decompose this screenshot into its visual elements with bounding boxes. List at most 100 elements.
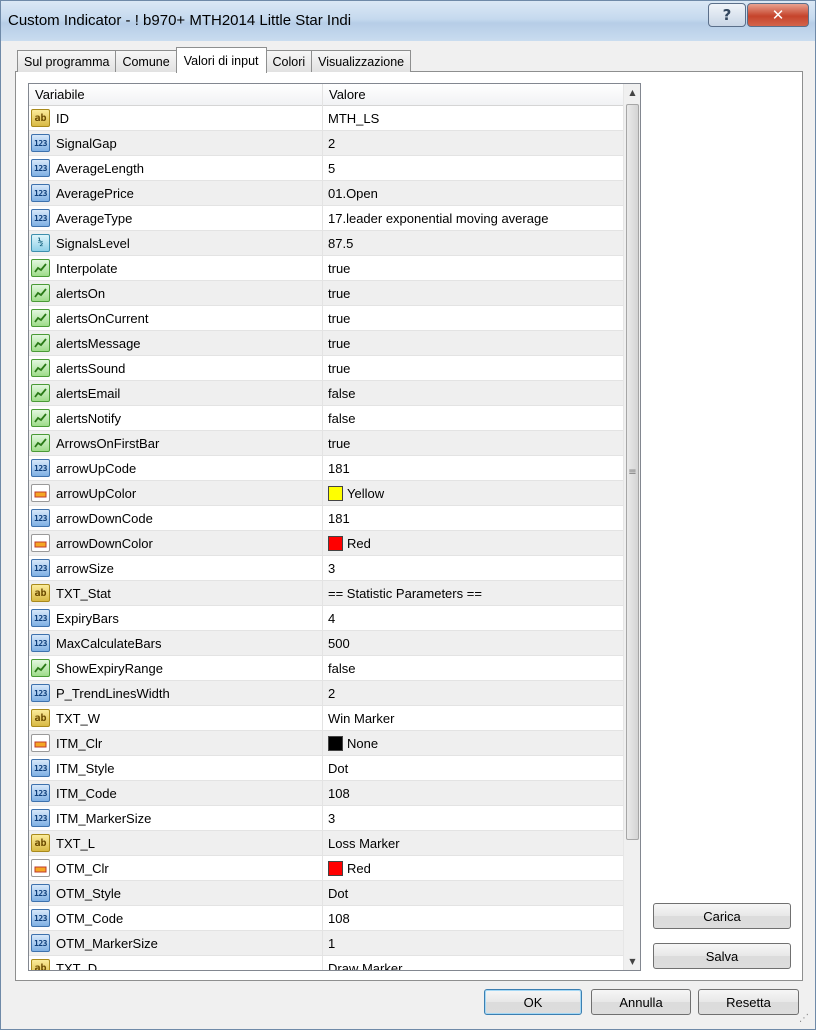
variable-cell[interactable]: alertsNotify bbox=[29, 406, 323, 430]
value-cell[interactable]: == Statistic Parameters == bbox=[323, 581, 623, 605]
value-cell[interactable]: 2 bbox=[323, 681, 623, 705]
table-row[interactable]: 123 ITM_MarkerSize 3 bbox=[29, 806, 623, 831]
table-row[interactable]: 123 MaxCalculateBars 500 bbox=[29, 631, 623, 656]
variable-cell[interactable]: alertsSound bbox=[29, 356, 323, 380]
tab-valori-di-input[interactable]: Valori di input bbox=[175, 47, 267, 73]
table-row[interactable]: 123 ITM_Style Dot bbox=[29, 756, 623, 781]
table-row[interactable]: 123 arrowDownCode 181 bbox=[29, 506, 623, 531]
value-cell[interactable]: Dot bbox=[323, 756, 623, 780]
table-row[interactable]: alertsEmail false bbox=[29, 381, 623, 406]
variable-cell[interactable]: ab TXT_D bbox=[29, 956, 323, 970]
variable-cell[interactable]: 123 ITM_Code bbox=[29, 781, 323, 805]
table-row[interactable]: 123 OTM_Code 108 bbox=[29, 906, 623, 931]
value-cell[interactable]: Draw Marker bbox=[323, 956, 623, 971]
table-row[interactable]: alertsNotify false bbox=[29, 406, 623, 431]
value-cell[interactable]: 3 bbox=[323, 806, 623, 830]
tab-sul-programma[interactable]: Sul programma bbox=[17, 50, 117, 72]
table-row[interactable]: ab TXT_W Win Marker bbox=[29, 706, 623, 731]
value-cell[interactable]: Dot bbox=[323, 881, 623, 905]
value-cell[interactable]: true bbox=[323, 331, 623, 355]
table-row[interactable]: ab ID MTH_LS bbox=[29, 106, 623, 131]
table-row[interactable]: 123 AverageType 17.leader exponential movi… bbox=[29, 206, 623, 231]
variable-cell[interactable]: 123 arrowDownCode bbox=[29, 506, 323, 530]
table-row[interactable]: 123 AveragePrice 01.Open bbox=[29, 181, 623, 206]
value-cell[interactable]: 5 bbox=[323, 156, 623, 180]
variable-cell[interactable]: OTM_Clr bbox=[29, 856, 323, 880]
value-cell[interactable]: 2 bbox=[323, 131, 623, 155]
table-row[interactable]: 123 OTM_Style Dot bbox=[29, 881, 623, 906]
variable-cell[interactable]: 123 OTM_MarkerSize bbox=[29, 931, 323, 955]
variable-cell[interactable]: 123 ITM_Style bbox=[29, 756, 323, 780]
close-button[interactable]: ✕ bbox=[747, 3, 809, 27]
vertical-scrollbar[interactable]: ▲ ≡ ▼ bbox=[623, 84, 640, 970]
table-row[interactable]: Interpolate true bbox=[29, 256, 623, 281]
value-cell[interactable]: Red bbox=[323, 531, 623, 555]
variable-cell[interactable]: 123 AverageType bbox=[29, 206, 323, 230]
table-row[interactable]: ArrowsOnFirstBar true bbox=[29, 431, 623, 456]
reset-button[interactable]: Resetta bbox=[698, 989, 799, 1015]
scrollbar-thumb[interactable]: ≡ bbox=[626, 104, 639, 840]
table-row[interactable]: alertsMessage true bbox=[29, 331, 623, 356]
tab-visualizzazione[interactable]: Visualizzazione bbox=[311, 50, 412, 72]
variable-cell[interactable]: 123 P_TrendLinesWidth bbox=[29, 681, 323, 705]
title-bar[interactable]: Custom Indicator - ! b970+ MTH2014 Littl… bbox=[1, 1, 815, 41]
variable-cell[interactable]: 123 SignalGap bbox=[29, 131, 323, 155]
table-row[interactable]: alertsSound true bbox=[29, 356, 623, 381]
value-cell[interactable]: Red bbox=[323, 856, 623, 880]
table-row[interactable]: arrowUpColor Yellow bbox=[29, 481, 623, 506]
variable-cell[interactable]: ½ SignalsLevel bbox=[29, 231, 323, 255]
value-cell[interactable]: Yellow bbox=[323, 481, 623, 505]
value-cell[interactable]: 4 bbox=[323, 606, 623, 630]
table-row[interactable]: alertsOn true bbox=[29, 281, 623, 306]
table-row[interactable]: 123 AverageLength 5 bbox=[29, 156, 623, 181]
value-cell[interactable]: 1 bbox=[323, 931, 623, 955]
column-header-value[interactable]: Valore bbox=[323, 84, 623, 106]
value-cell[interactable]: 3 bbox=[323, 556, 623, 580]
load-button[interactable]: Carica bbox=[653, 903, 791, 929]
table-row[interactable]: 123 arrowSize 3 bbox=[29, 556, 623, 581]
variable-cell[interactable]: ITM_Clr bbox=[29, 731, 323, 755]
table-row[interactable]: alertsOnCurrent true bbox=[29, 306, 623, 331]
variable-cell[interactable]: arrowDownColor bbox=[29, 531, 323, 555]
table-row[interactable]: ab TXT_D Draw Marker bbox=[29, 956, 623, 971]
variable-cell[interactable]: ab ID bbox=[29, 106, 323, 130]
column-header-variable[interactable]: Variabile bbox=[29, 84, 323, 106]
table-row[interactable]: ShowExpiryRange false bbox=[29, 656, 623, 681]
cancel-button[interactable]: Annulla bbox=[591, 989, 691, 1015]
scroll-down-arrow-icon[interactable]: ▼ bbox=[624, 953, 640, 970]
variable-cell[interactable]: alertsOn bbox=[29, 281, 323, 305]
value-cell[interactable]: true bbox=[323, 281, 623, 305]
table-row[interactable]: arrowDownColor Red bbox=[29, 531, 623, 556]
scroll-up-arrow-icon[interactable]: ▲ bbox=[624, 84, 640, 101]
value-cell[interactable]: 181 bbox=[323, 506, 623, 530]
table-row[interactable]: 123 SignalGap 2 bbox=[29, 131, 623, 156]
variable-cell[interactable]: ab TXT_L bbox=[29, 831, 323, 855]
value-cell[interactable]: true bbox=[323, 306, 623, 330]
variable-cell[interactable]: 123 MaxCalculateBars bbox=[29, 631, 323, 655]
variable-cell[interactable]: 123 OTM_Code bbox=[29, 906, 323, 930]
variable-cell[interactable]: 123 AveragePrice bbox=[29, 181, 323, 205]
value-cell[interactable]: Loss Marker bbox=[323, 831, 623, 855]
save-button[interactable]: Salva bbox=[653, 943, 791, 969]
value-cell[interactable]: false bbox=[323, 656, 623, 680]
tab-colori[interactable]: Colori bbox=[265, 50, 313, 72]
table-row[interactable]: 123 OTM_MarkerSize 1 bbox=[29, 931, 623, 956]
variable-cell[interactable]: 123 arrowUpCode bbox=[29, 456, 323, 480]
variable-cell[interactable]: 123 arrowSize bbox=[29, 556, 323, 580]
variable-cell[interactable]: 123 ExpiryBars bbox=[29, 606, 323, 630]
value-cell[interactable]: false bbox=[323, 381, 623, 405]
value-cell[interactable]: 01.Open bbox=[323, 181, 623, 205]
variable-cell[interactable]: 123 OTM_Style bbox=[29, 881, 323, 905]
table-row[interactable]: 123 ITM_Code 108 bbox=[29, 781, 623, 806]
variable-cell[interactable]: ArrowsOnFirstBar bbox=[29, 431, 323, 455]
value-cell[interactable]: 500 bbox=[323, 631, 623, 655]
variable-cell[interactable]: ShowExpiryRange bbox=[29, 656, 323, 680]
value-cell[interactable]: true bbox=[323, 256, 623, 280]
value-cell[interactable]: true bbox=[323, 356, 623, 380]
table-row[interactable]: OTM_Clr Red bbox=[29, 856, 623, 881]
variable-cell[interactable]: Interpolate bbox=[29, 256, 323, 280]
value-cell[interactable]: 108 bbox=[323, 906, 623, 930]
table-row[interactable]: ab TXT_L Loss Marker bbox=[29, 831, 623, 856]
variable-cell[interactable]: alertsMessage bbox=[29, 331, 323, 355]
table-row[interactable]: 123 P_TrendLinesWidth 2 bbox=[29, 681, 623, 706]
